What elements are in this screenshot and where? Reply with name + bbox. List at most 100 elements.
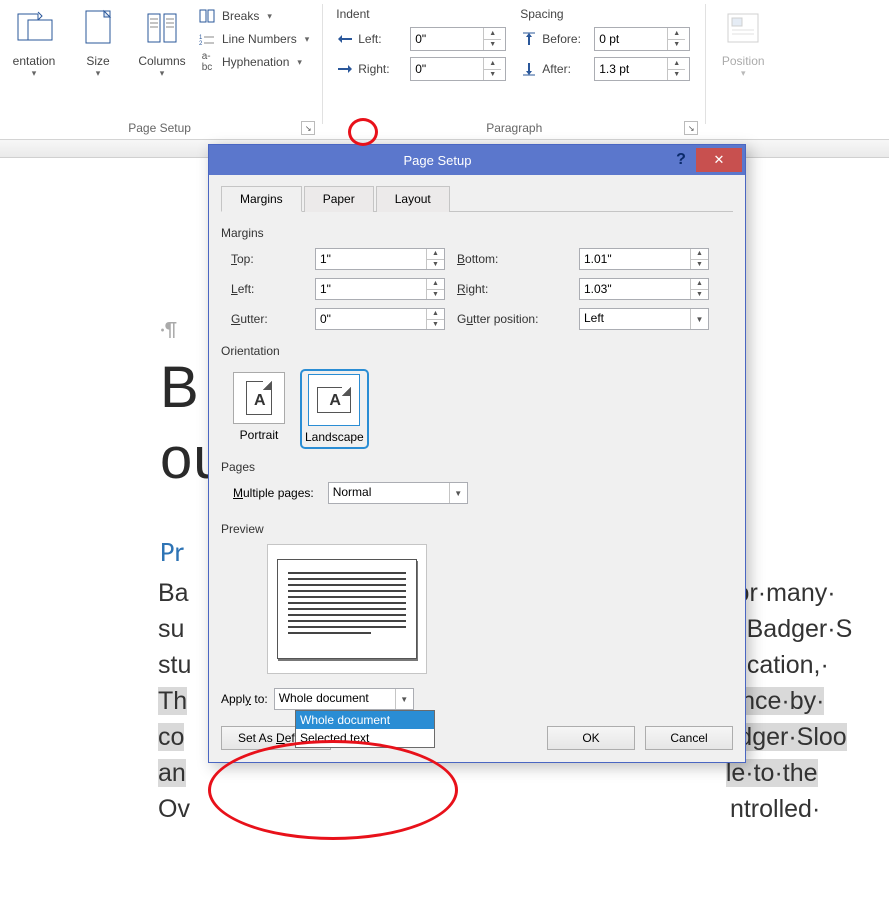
hyphenation-button[interactable]: a-bc Hyphenation ▾ [194,52,313,72]
spin-up[interactable]: ▲ [484,28,501,40]
columns-icon [140,6,184,50]
orientation-button[interactable]: entation ▾ [2,4,66,79]
spin-down[interactable]: ▼ [484,40,501,51]
line-numbers-button[interactable]: 12 Line Numbers ▾ [194,29,313,49]
spin-down[interactable]: ▼ [484,70,501,81]
group-page-setup: entation ▾ Size ▾ Columns ▾ [0,4,319,139]
orientation-label: entation [13,54,56,68]
page-setup-dialog: Page Setup ? ✕ Margins Paper Layout Marg… [208,144,746,763]
spin-up[interactable]: ▲ [427,309,444,320]
right-label: Right: [457,282,567,296]
breaks-icon [198,8,216,24]
gutter-position-label: Gutter position: [457,312,567,326]
spin-up[interactable]: ▲ [691,279,708,290]
apply-option-whole-document[interactable]: Whole document [296,711,434,729]
spin-up[interactable]: ▲ [427,279,444,290]
chevron-down-icon[interactable]: ▼ [449,483,467,503]
indent-right-input[interactable]: ▲▼ [410,57,506,81]
help-button[interactable]: ? [666,151,696,169]
spacing-after-input[interactable]: ▲▼ [594,57,690,81]
orientation-icon [12,6,56,50]
caret-icon: ▾ [32,68,37,79]
size-label: Size [86,54,109,68]
spin-down[interactable]: ▼ [691,290,708,300]
top-input[interactable]: ▲▼ [315,248,445,270]
landscape-label: Landscape [305,430,364,444]
indent-left-field[interactable] [411,28,483,50]
apply-to-combo[interactable]: Whole document ▼ [274,688,414,710]
margins-section-label: Margins [221,226,733,240]
portrait-option[interactable]: A Portrait [233,372,285,446]
apply-option-selected-text[interactable]: Selected text [296,729,434,747]
paragraph-launcher[interactable]: ↘ [684,121,698,135]
cancel-button[interactable]: Cancel [645,726,733,750]
spin-down[interactable]: ▼ [691,260,708,270]
left-label: Left: [231,282,303,296]
columns-button[interactable]: Columns ▾ [130,4,194,79]
tab-margins[interactable]: Margins [221,186,302,212]
dialog-titlebar[interactable]: Page Setup ? ✕ [209,145,745,175]
preview-page-icon [277,559,417,659]
caret-icon: ▾ [741,68,746,79]
close-button[interactable]: ✕ [696,148,742,172]
columns-label: Columns [138,54,185,68]
tab-paper[interactable]: Paper [304,186,374,212]
spin-up[interactable]: ▲ [668,58,685,70]
indent-right-icon [334,58,356,80]
spin-up[interactable]: ▲ [691,249,708,260]
spin-down[interactable]: ▼ [427,320,444,330]
spacing-before-input[interactable]: ▲▼ [594,27,690,51]
spacing-after-icon [518,58,540,80]
spacing-before-label: Before: [542,32,592,46]
group-label-paragraph: Paragraph ↘ [326,118,702,139]
size-button[interactable]: Size ▾ [66,4,130,79]
separator [705,4,706,124]
bottom-label: Bottom: [457,252,567,266]
spacing-header: Spacing [518,7,618,21]
bottom-input[interactable]: ▲▼ [579,248,709,270]
spin-down[interactable]: ▼ [427,290,444,300]
line-numbers-label: Line Numbers [222,32,297,46]
chevron-down-icon[interactable]: ▼ [395,689,413,709]
spin-down[interactable]: ▼ [427,260,444,270]
breaks-button[interactable]: Breaks ▾ [194,6,313,26]
indent-right-label: Right: [358,62,408,76]
spacing-after-field[interactable] [595,58,667,80]
chevron-down-icon[interactable]: ▼ [690,309,708,329]
tab-layout[interactable]: Layout [376,186,450,212]
separator [322,4,323,124]
indent-header: Indent [334,7,434,21]
indent-left-input[interactable]: ▲▼ [410,27,506,51]
dialog-title: Page Setup [209,153,666,168]
spin-up[interactable]: ▲ [427,249,444,260]
indent-right-field[interactable] [411,58,483,80]
svg-text:2: 2 [199,41,203,46]
spin-down[interactable]: ▼ [668,40,685,51]
page-setup-launcher[interactable]: ↘ [301,121,315,135]
apply-to-dropdown: Whole document Selected text [295,710,435,748]
left-input[interactable]: ▲▼ [315,278,445,300]
right-input[interactable]: ▲▼ [579,278,709,300]
orientation-section-label: Orientation [221,344,733,358]
spin-down[interactable]: ▼ [668,70,685,81]
pages-section-label: Pages [221,460,733,474]
line-numbers-icon: 12 [198,31,216,47]
position-icon [721,6,765,50]
position-button: Position ▾ [711,4,775,79]
landscape-option[interactable]: A Landscape [303,372,366,446]
ok-button[interactable]: OK [547,726,635,750]
spin-up[interactable]: ▲ [668,28,685,40]
portrait-label: Portrait [240,428,279,442]
gutter-position-combo[interactable]: Left▼ [579,308,709,330]
preview-section-label: Preview [221,522,733,536]
spacing-before-field[interactable] [595,28,667,50]
gutter-label: Gutter: [231,312,303,326]
multiple-pages-combo[interactable]: Normal▼ [328,482,468,504]
hyphenation-label: Hyphenation [222,55,289,69]
preview-box [267,544,427,674]
gutter-input[interactable]: ▲▼ [315,308,445,330]
spin-up[interactable]: ▲ [484,58,501,70]
caret-icon: ▾ [297,57,302,68]
group-paragraph: Indent Left: ▲▼ Right: ▲▼ [326,4,702,139]
ribbon: entation ▾ Size ▾ Columns ▾ [0,0,889,140]
